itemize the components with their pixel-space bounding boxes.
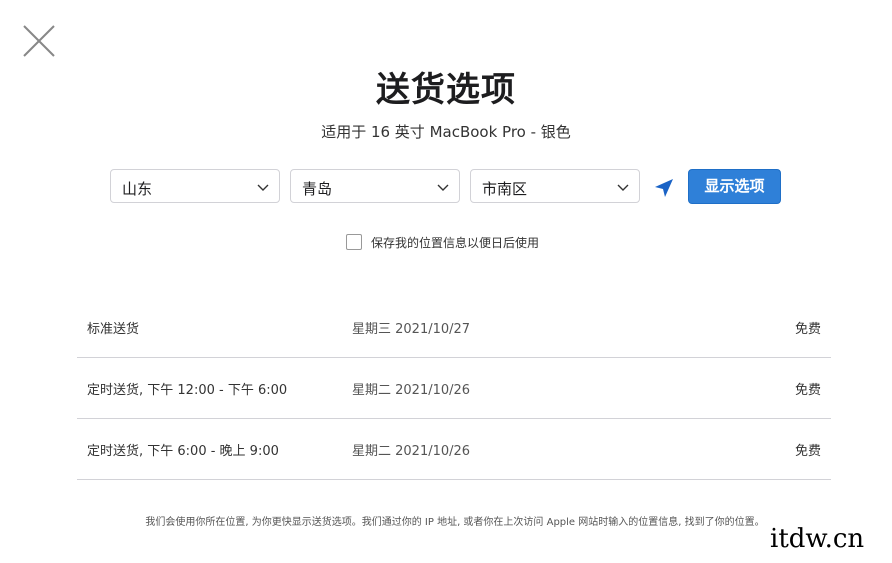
delivery-option-date: 星期二 2021/10/26 — [352, 444, 471, 459]
product-subtitle: 适用于 16 英寸 MacBook Pro - 银色 — [321, 123, 571, 141]
delivery-option-price: 免费 — [794, 383, 821, 398]
delivery-option-name: 定时送货, 下午 12:00 - 下午 6:00 — [87, 383, 288, 398]
chevron-down-icon — [437, 184, 449, 191]
province-value: 山东 — [122, 180, 153, 198]
district-select[interactable]: 市南区 — [470, 169, 640, 203]
delivery-option-name: 标准送货 — [87, 322, 140, 337]
delivery-option-price: 免费 — [794, 444, 821, 459]
save-location-label: 保存我的位置信息以便日后使用 — [371, 236, 540, 250]
chevron-down-icon — [257, 184, 269, 191]
delivery-option-row: 定时送货, 下午 6:00 - 晚上 9:00 星期二 2021/10/26 免… — [77, 419, 831, 480]
delivery-option-date: 星期二 2021/10/26 — [352, 383, 471, 398]
city-value: 青岛 — [302, 180, 333, 198]
page-title: 送货选项 — [376, 70, 516, 110]
use-location-button[interactable] — [653, 177, 675, 199]
close-button[interactable] — [22, 24, 56, 58]
province-select[interactable]: 山东 — [110, 169, 280, 203]
delivery-option-row: 标准送货 星期三 2021/10/27 免费 — [77, 297, 831, 358]
district-value: 市南区 — [482, 180, 528, 198]
location-arrow-icon — [655, 179, 673, 197]
save-location-checkbox[interactable] — [346, 234, 362, 250]
delivery-option-row: 定时送货, 下午 12:00 - 下午 6:00 星期二 2021/10/26 … — [77, 358, 831, 419]
watermark: itdw.cn — [770, 524, 865, 554]
show-options-button[interactable]: 显示选项 — [688, 169, 781, 204]
chevron-down-icon — [617, 184, 629, 191]
delivery-option-name: 定时送货, 下午 6:00 - 晚上 9:00 — [87, 444, 279, 459]
delivery-option-date: 星期三 2021/10/27 — [352, 322, 471, 337]
location-footnote: 我们会使用你所在位置, 为你更快显示送货选项。我们通过你的 IP 地址, 或者你… — [145, 517, 765, 528]
close-icon — [23, 25, 55, 57]
city-select[interactable]: 青岛 — [290, 169, 460, 203]
delivery-options-list: 标准送货 星期三 2021/10/27 免费 定时送货, 下午 12:00 - … — [77, 297, 831, 480]
delivery-option-price: 免费 — [794, 322, 821, 337]
